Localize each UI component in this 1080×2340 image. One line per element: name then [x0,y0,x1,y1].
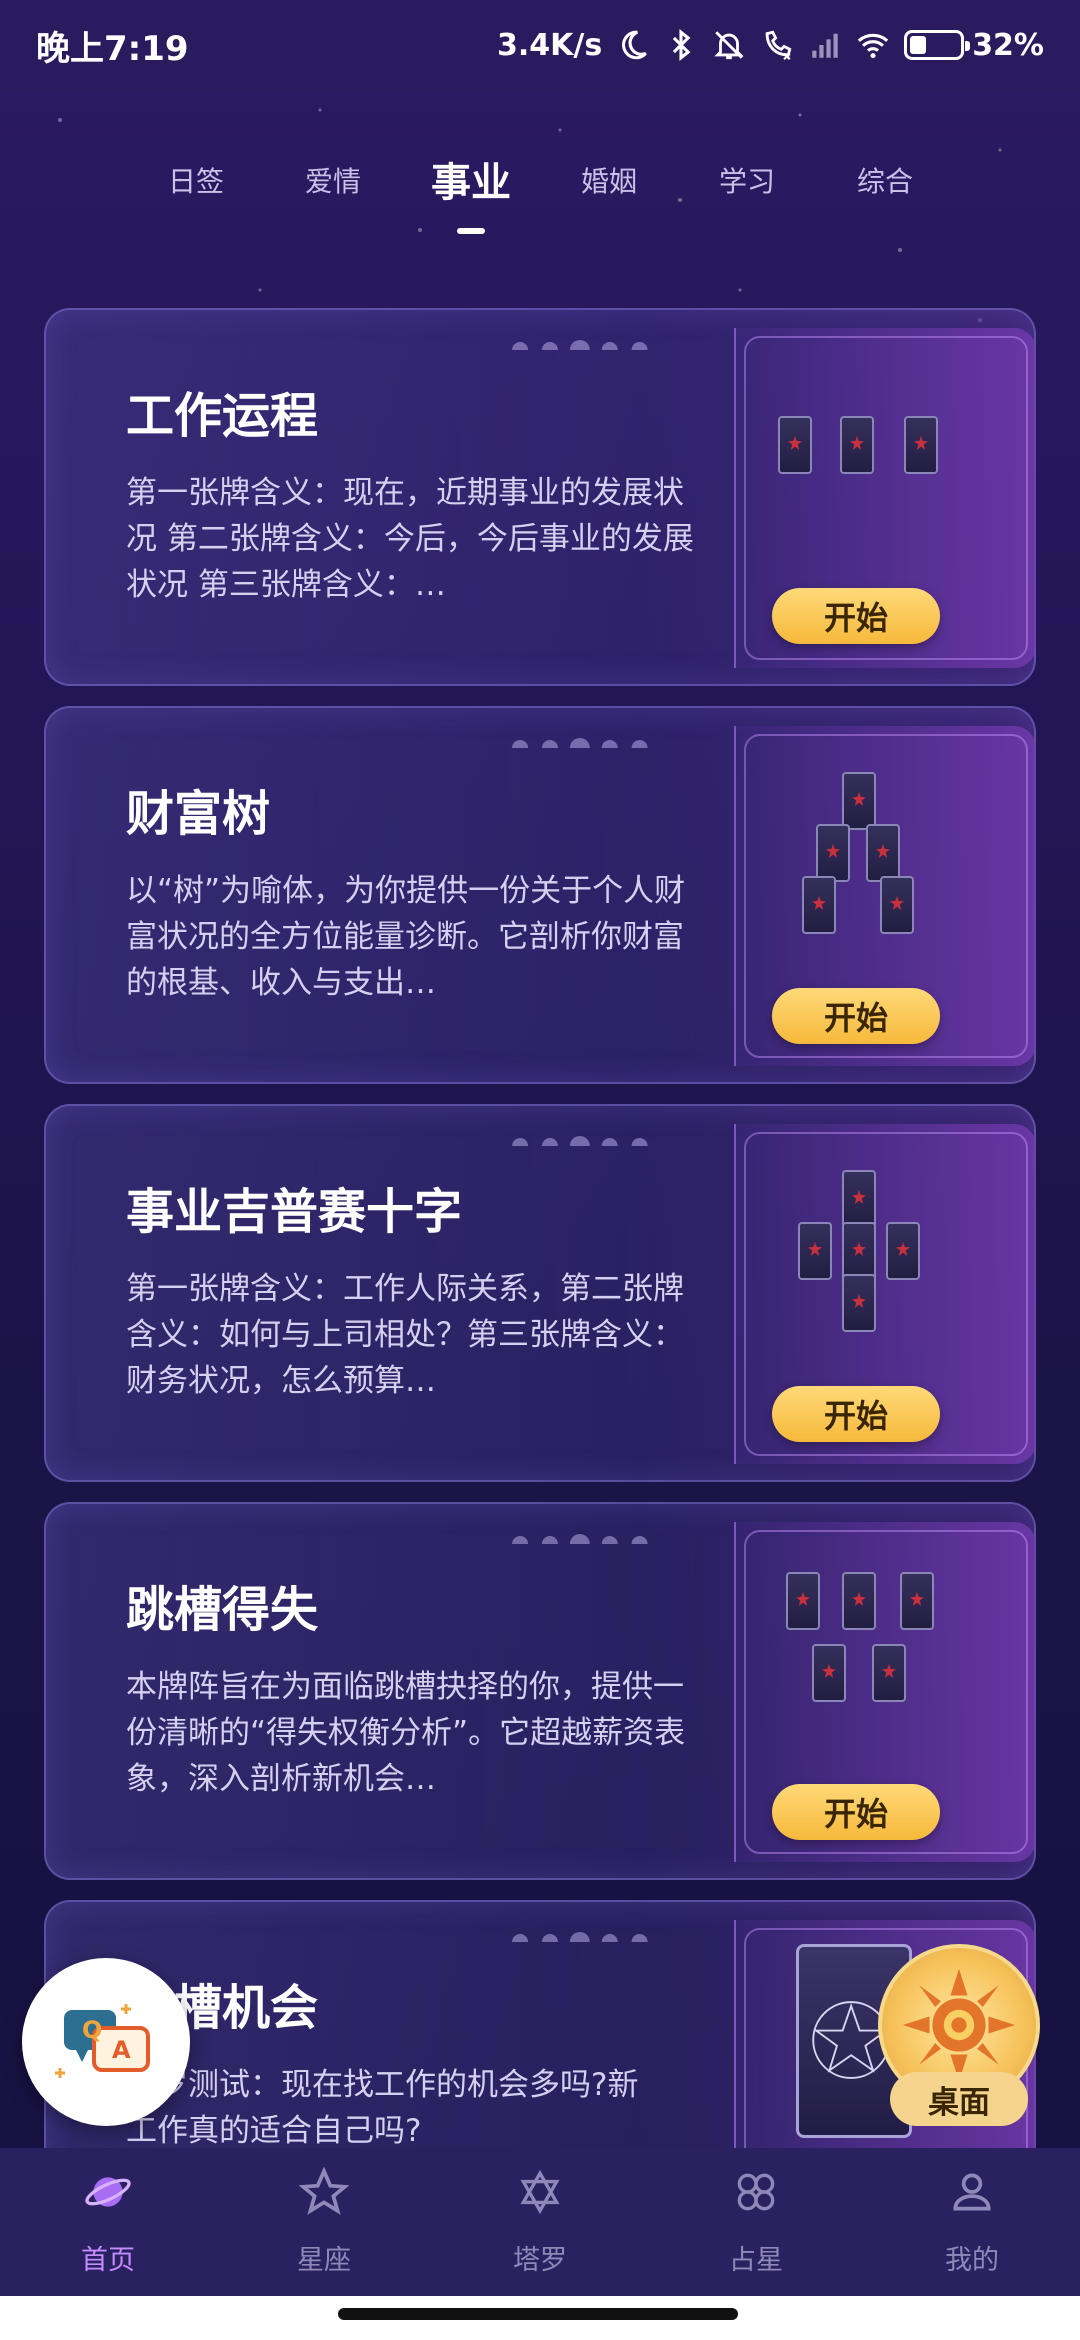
bluetooth-icon [664,28,698,62]
tarot-mini-card [872,1644,906,1702]
card-description: 以“树”为喻体，为你提供一份关于个人财富状况的全方位能量诊断。它剖析你财富的根基… [126,873,686,1001]
app-screen: 晚上7:19 3.4K/s 32% 日签 爱情 事业 婚姻 学习 综合 工作运程… [0,0,1080,2340]
card-description: 第一张牌含义：现在，近期事业的发展状况 第二张牌含义：今后，今后事业的发展状况 … [126,475,694,603]
tarot-mini-card [842,1274,876,1332]
battery-fill [910,36,926,54]
bottom-navigation: 首页 星座 塔罗 占星 我的 [0,2148,1080,2296]
tarot-mini-card [904,416,938,474]
nav-label: 占星 [729,2245,783,2276]
tab-love[interactable]: 爱情 [263,160,403,200]
status-time: 晚上7:19 [36,28,189,69]
active-tab-indicator [457,228,485,234]
nav-item-zodiac[interactable]: 星座 [216,2148,432,2296]
nav-item-tarot[interactable]: 塔罗 [432,2148,648,2296]
tarot-mini-card [842,772,876,830]
battery-icon: 32% [904,28,1044,63]
home-indicator[interactable] [338,2308,738,2320]
start-button[interactable]: 开始 [772,1386,940,1442]
tab-marriage[interactable]: 婚姻 [539,160,679,200]
spread-card-work-fortune[interactable]: 工作运程 第一张牌含义：现在，近期事业的发展状况 第二张牌含义：今后，今后事业的… [44,308,1036,686]
hexagram-icon [515,2167,565,2224]
tarot-mini-card [798,1222,832,1280]
tab-general[interactable]: 综合 [815,160,955,200]
wifi-icon [856,28,890,62]
moon-icon [616,28,650,62]
card-description: 塔罗测试：现在找工作的机会多吗?新工作真的适合自己吗? [126,2067,639,2149]
clover-icon [731,2167,781,2224]
tarot-mini-card [816,824,850,882]
tarot-mini-card [786,1572,820,1630]
user-icon [947,2167,997,2224]
nav-label: 我的 [945,2245,999,2276]
qa-letter-a: A [112,2036,131,2064]
tarot-mini-card [842,1170,876,1228]
card-description: 本牌阵旨在为面临跳槽抉择的你，提供一份清晰的“得失权衡分析”。它超越薪资表象，深… [126,1669,686,1797]
mute-icon [712,28,746,62]
qa-letter-q: Q [82,2016,102,2044]
phone-icon [760,28,794,62]
tab-daily[interactable]: 日签 [126,160,266,200]
desktop-floating-button[interactable]: 桌面 [878,1944,1040,2126]
tarot-mini-card [842,1572,876,1630]
tarot-mini-card [778,416,812,474]
tarot-mini-card [812,1644,846,1702]
tarot-mini-card [880,876,914,934]
spread-card-career-gypsy-cross[interactable]: 事业吉普赛十字 第一张牌含义：工作人际关系，第二张牌含义：如何与上司相处？第三张… [44,1104,1036,1482]
chat-qa-icon: Q A [55,2004,150,2078]
card-description: 第一张牌含义：工作人际关系，第二张牌含义：如何与上司相处？第三张牌含义：财务状况… [126,1271,684,1399]
status-bar: 晚上7:19 3.4K/s 32% [0,0,1080,90]
card-title: 工作运程 [126,388,319,444]
card-title: 跳槽得失 [126,1582,319,1638]
start-button[interactable]: 开始 [772,588,940,644]
spread-card-job-hopping[interactable]: 跳槽得失 本牌阵旨在为面临跳槽抉择的你，提供一份清晰的“得失权衡分析”。它超越薪… [44,1502,1036,1880]
status-icons: 3.4K/s 32% [497,28,1044,63]
nav-label: 星座 [297,2245,351,2276]
nav-label: 塔罗 [513,2245,567,2276]
spread-card-wealth-tree[interactable]: 财富树 以“树”为喻体，为你提供一份关于个人财富状况的全方位能量诊断。它剖析你财… [44,706,1036,1084]
battery-percent: 32% [972,27,1044,63]
signal-icon [808,28,842,62]
card-title: 财富树 [126,786,271,842]
desktop-label: 桌面 [890,2072,1028,2126]
tarot-mini-card [842,1222,876,1280]
tab-career[interactable]: 事业 [401,150,541,208]
tarot-mini-card [900,1572,934,1630]
card-title: 事业吉普赛十字 [126,1184,463,1240]
nav-item-me[interactable]: 我的 [864,2148,1080,2296]
qa-floating-button[interactable]: Q A [22,1958,190,2126]
start-button[interactable]: 开始 [772,1784,940,1840]
tarot-mini-card [866,824,900,882]
category-tabs: 日签 爱情 事业 婚姻 学习 综合 [0,140,1080,240]
tarot-mini-card [886,1222,920,1280]
star-icon [298,2166,350,2224]
nav-item-home[interactable]: 首页 [0,2148,216,2296]
planet-icon [83,2167,133,2224]
nav-label: 首页 [81,2245,135,2276]
nav-item-astrology[interactable]: 占星 [648,2148,864,2296]
tab-study[interactable]: 学习 [677,160,817,200]
tarot-mini-card [840,416,874,474]
start-button[interactable]: 开始 [772,988,940,1044]
battery-body [904,30,971,60]
network-speed: 3.4K/s [496,27,603,63]
tarot-mini-card [802,876,836,934]
